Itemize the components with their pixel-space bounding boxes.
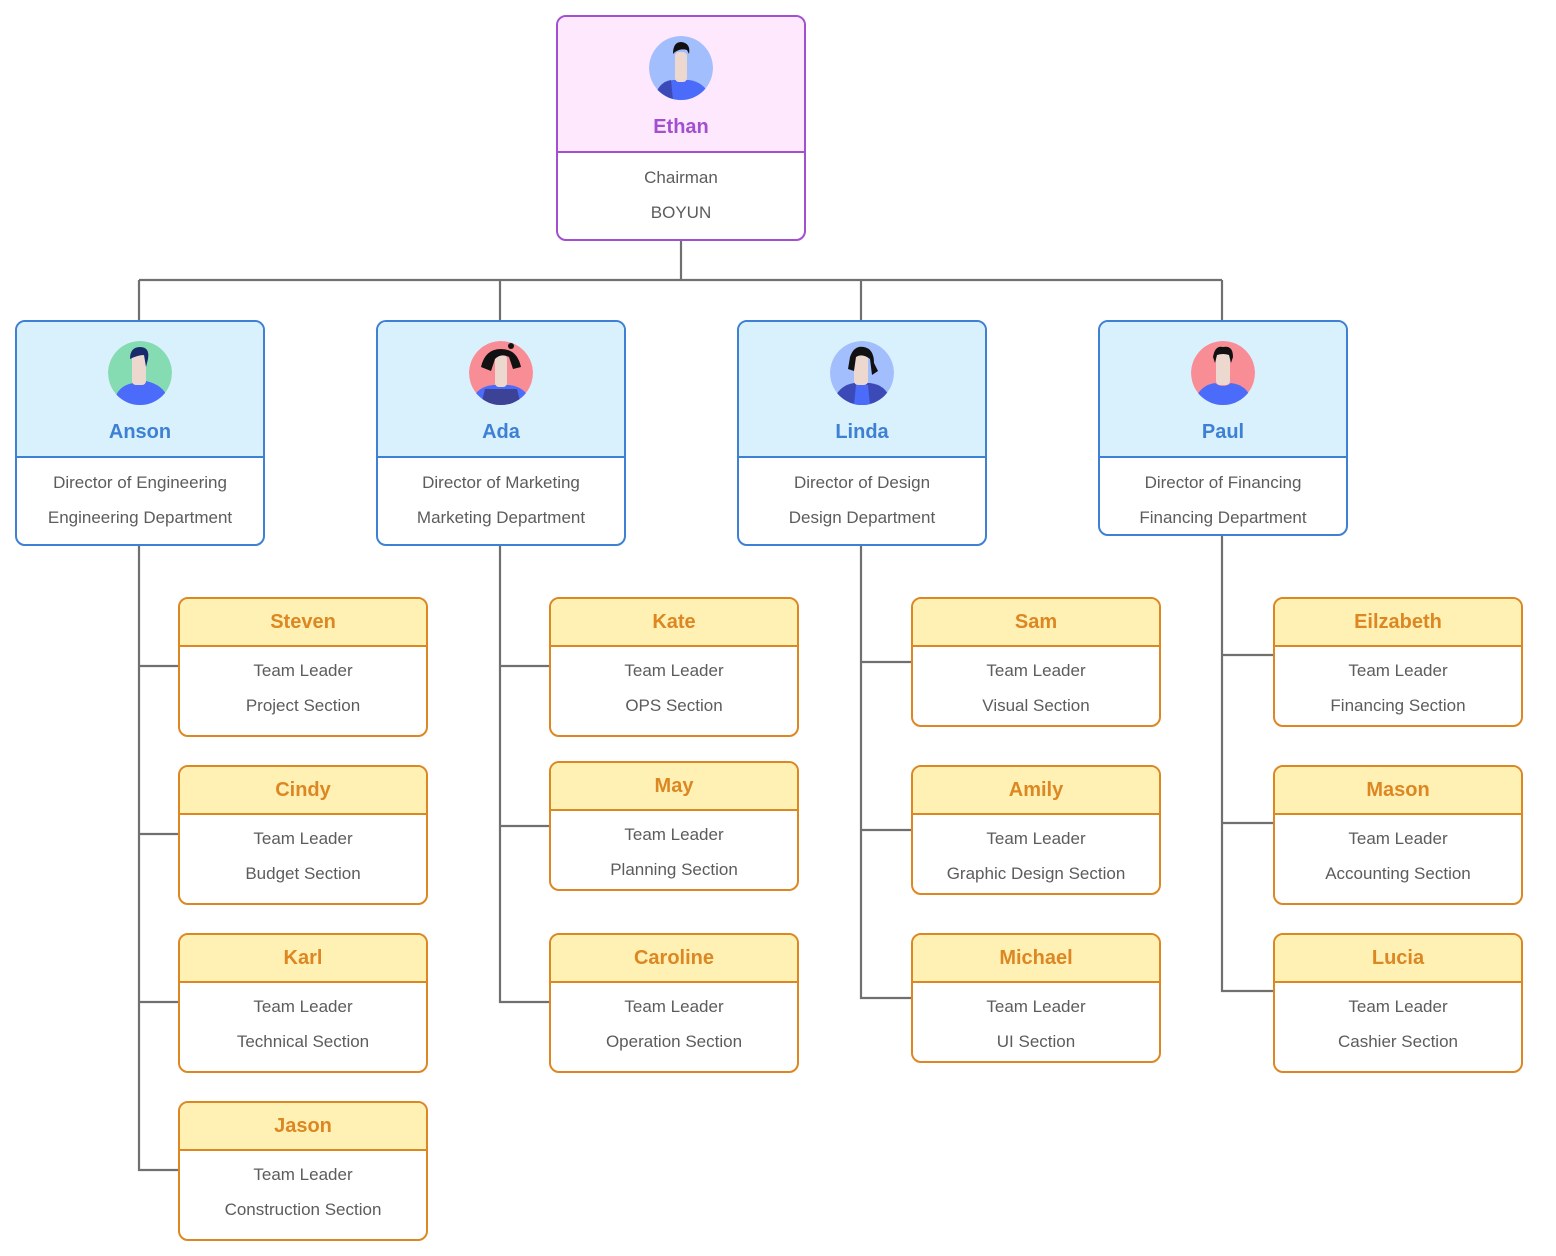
- leader-card-steven[interactable]: Steven Team Leader Project Section: [178, 597, 428, 737]
- leader-card-header: Caroline: [551, 935, 797, 983]
- male-avatar-icon: [108, 341, 172, 405]
- connector-anson-spine: [137, 546, 178, 1172]
- director-title: Director of Engineering: [53, 473, 227, 492]
- director-title: Director of Design: [793, 473, 931, 492]
- leader-section: Construction Section: [224, 1200, 382, 1219]
- leader-name: Kate: [652, 610, 696, 633]
- director-card-header: Ada: [378, 322, 624, 458]
- leader-name: Eilzabeth: [1354, 610, 1442, 633]
- leader-name: Michael: [999, 946, 1073, 969]
- director-name: Paul: [1201, 421, 1245, 443]
- leader-card-sam[interactable]: Sam Team Leader Visual Section: [911, 597, 1161, 727]
- director-name: Ada: [482, 421, 520, 443]
- female-avatar-icon: [830, 341, 894, 405]
- director-department: Engineering Department: [47, 508, 233, 527]
- leader-section: Financing Section: [1330, 696, 1466, 715]
- leader-card-header: Cindy: [180, 767, 426, 815]
- leader-title: Team Leader: [253, 829, 353, 848]
- leader-card-may[interactable]: May Team Leader Planning Section: [549, 761, 799, 891]
- leader-card-eilzabeth[interactable]: Eilzabeth Team Leader Financing Section: [1273, 597, 1523, 727]
- director-card-anson[interactable]: Anson Director of Engineering Engineerin…: [15, 320, 265, 546]
- leader-section: Technical Section: [236, 1032, 370, 1051]
- leader-title: Team Leader: [986, 829, 1086, 848]
- director-department: Design Department: [788, 508, 936, 527]
- leader-section: Project Section: [245, 696, 361, 715]
- chairman-card-header: Ethan: [558, 17, 804, 153]
- chairman-org: BOYUN: [650, 203, 712, 222]
- leader-name: Mason: [1366, 778, 1430, 801]
- leader-section: Visual Section: [982, 696, 1090, 715]
- leader-section: Operation Section: [605, 1032, 743, 1051]
- leader-name: May: [654, 774, 694, 797]
- leader-section: Cashier Section: [1337, 1032, 1458, 1051]
- director-card-header: Linda: [739, 322, 985, 458]
- leader-card-header: Mason: [1275, 767, 1521, 815]
- male-avatar-icon: [649, 36, 713, 100]
- leader-name: Amily: [1008, 778, 1064, 801]
- leader-card-caroline[interactable]: Caroline Team Leader Operation Section: [549, 933, 799, 1073]
- leader-title: Team Leader: [253, 997, 353, 1016]
- leader-card-lucia[interactable]: Lucia Team Leader Cashier Section: [1273, 933, 1523, 1073]
- leader-card-header: Karl: [180, 935, 426, 983]
- director-card-linda[interactable]: Linda Director of Design Design Departme…: [737, 320, 987, 546]
- director-card-header: Anson: [17, 322, 263, 458]
- leader-name: Lucia: [1371, 946, 1425, 969]
- leader-card-header: Amily: [913, 767, 1159, 815]
- leader-section: Accounting Section: [1325, 864, 1471, 883]
- leader-card-amily[interactable]: Amily Team Leader Graphic Design Section: [911, 765, 1161, 895]
- leader-title: Team Leader: [986, 661, 1086, 680]
- leader-title: Team Leader: [624, 825, 724, 844]
- director-department: Financing Department: [1139, 508, 1307, 527]
- leader-title: Team Leader: [253, 1165, 353, 1184]
- leader-card-header: May: [551, 763, 797, 811]
- leader-name: Caroline: [633, 946, 715, 969]
- connector-linda-spine: [859, 546, 911, 1000]
- leader-card-header: Sam: [913, 599, 1159, 647]
- leader-card-header: Steven: [180, 599, 426, 647]
- director-card-ada[interactable]: Ada Director of Marketing Marketing Depa…: [376, 320, 626, 546]
- leader-title: Team Leader: [253, 661, 353, 680]
- director-card-paul[interactable]: Paul Director of Financing Financing Dep…: [1098, 320, 1348, 536]
- leader-card-header: Eilzabeth: [1275, 599, 1521, 647]
- director-name: Linda: [835, 421, 889, 443]
- leader-section: Planning Section: [610, 860, 738, 879]
- leader-card-michael[interactable]: Michael Team Leader UI Section: [911, 933, 1161, 1063]
- leader-title: Team Leader: [1348, 997, 1448, 1016]
- leader-card-header: Lucia: [1275, 935, 1521, 983]
- leader-title: Team Leader: [624, 997, 724, 1016]
- leader-name: Jason: [274, 1114, 332, 1137]
- leader-title: Team Leader: [1348, 829, 1448, 848]
- leader-card-header: Michael: [913, 935, 1159, 983]
- connector-paul-spine: [1220, 536, 1273, 993]
- leader-section: Budget Section: [245, 864, 361, 883]
- leader-card-jason[interactable]: Jason Team Leader Construction Section: [178, 1101, 428, 1241]
- director-title: Director of Marketing: [422, 473, 580, 492]
- director-title: Director of Financing: [1144, 473, 1302, 492]
- leader-card-mason[interactable]: Mason Team Leader Accounting Section: [1273, 765, 1523, 905]
- director-name: Anson: [108, 421, 172, 443]
- leader-title: Team Leader: [986, 997, 1086, 1016]
- leader-title: Team Leader: [1348, 661, 1448, 680]
- chairman-name: Ethan: [653, 116, 709, 138]
- leader-section: UI Section: [996, 1032, 1076, 1051]
- leader-title: Team Leader: [624, 661, 724, 680]
- leader-name: Cindy: [275, 778, 331, 801]
- chairman-card[interactable]: Ethan Chairman BOYUN: [556, 15, 806, 241]
- leader-name: Sam: [1014, 610, 1058, 633]
- male-avatar-icon: [1191, 341, 1255, 405]
- leader-section: Graphic Design Section: [946, 864, 1126, 883]
- leader-card-header: Kate: [551, 599, 797, 647]
- leader-name: Karl: [283, 946, 323, 969]
- leader-card-karl[interactable]: Karl Team Leader Technical Section: [178, 933, 428, 1073]
- leader-card-cindy[interactable]: Cindy Team Leader Budget Section: [178, 765, 428, 905]
- leader-name: Steven: [270, 610, 336, 633]
- female-avatar-icon: [469, 341, 533, 405]
- leader-card-kate[interactable]: Kate Team Leader OPS Section: [549, 597, 799, 737]
- leader-section: OPS Section: [625, 696, 723, 715]
- connector-ada-spine: [498, 546, 549, 1004]
- director-department: Marketing Department: [416, 508, 586, 527]
- director-card-header: Paul: [1100, 322, 1346, 458]
- leader-card-header: Jason: [180, 1103, 426, 1151]
- chairman-title: Chairman: [644, 168, 718, 187]
